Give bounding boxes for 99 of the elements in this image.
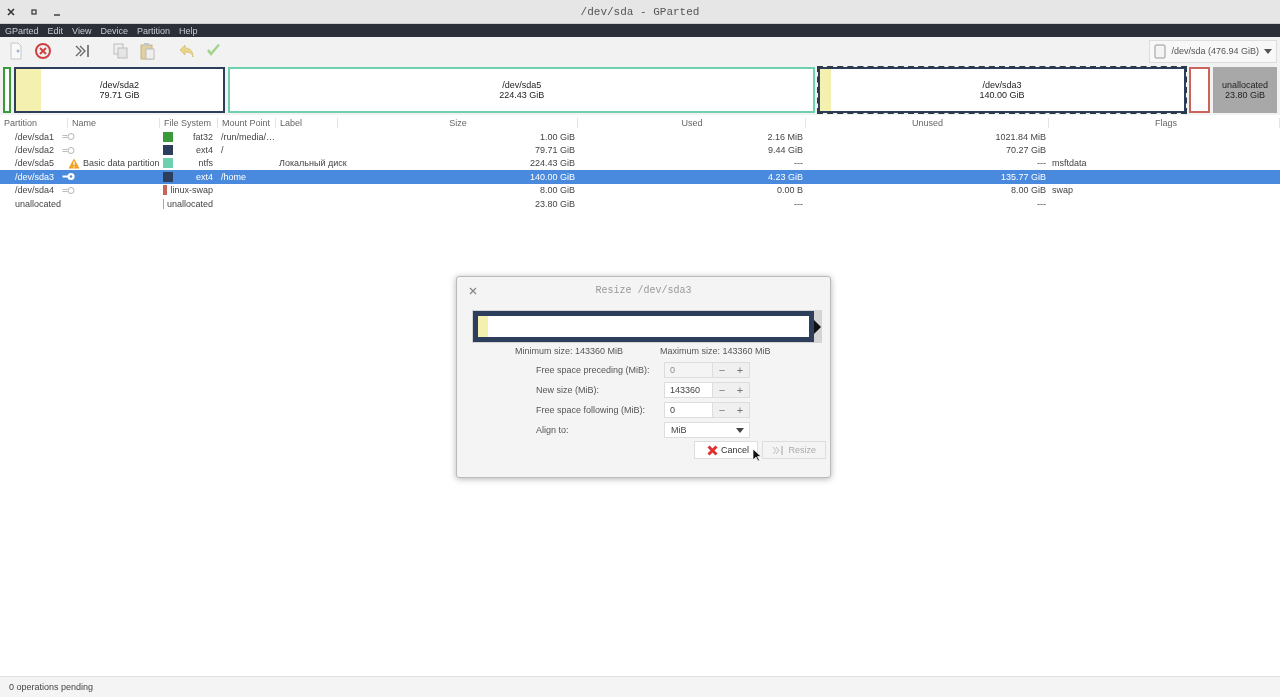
- cancel-x-icon: [707, 444, 718, 456]
- table-row[interactable]: /dev/sda1 fat32 /run/media/… 1.00 GiB 2.16 MiB 1021.84 MiB: [0, 130, 1280, 144]
- table-cell: 2.16 MiB: [767, 131, 803, 142]
- column-header[interactable]: Name: [68, 117, 160, 128]
- column-header[interactable]: Size: [338, 117, 578, 128]
- table-row[interactable]: /dev/sda3 ext4 /home 140.00 GiB 4.23 GiB 135.77 GiB: [0, 170, 1280, 184]
- segment-name: /dev/sda3: [981, 80, 1023, 90]
- table-cell: /: [221, 145, 224, 156]
- table-cell: 8.00 GiB: [1010, 185, 1046, 196]
- table-cell: Basic data partition: [83, 158, 160, 169]
- table-cell: 140.00 GiB: [529, 171, 575, 182]
- menu-item[interactable]: View: [72, 25, 92, 36]
- field-label: New size (MiB):: [536, 385, 600, 395]
- partition-segment[interactable]: [3, 67, 11, 113]
- minimum-size-text: Minimum size: 143360 MiB: [515, 346, 624, 356]
- segment-size: 140.00 GiB: [978, 90, 1026, 100]
- table-cell: ---: [794, 158, 803, 169]
- menu-item[interactable]: Edit: [47, 25, 64, 36]
- caret-icon: [1264, 48, 1272, 54]
- table-cell: ext4: [196, 171, 213, 182]
- table-cell: 23.80 GiB: [534, 198, 575, 209]
- table-cell: ---: [1037, 198, 1046, 209]
- menu-item[interactable]: Device: [100, 25, 128, 36]
- partition-segment[interactable]: /dev/sda3 140.00 GiB: [818, 67, 1186, 113]
- segment-name: /dev/sda2: [99, 80, 141, 90]
- number-field[interactable]: 143360: [665, 383, 713, 397]
- dialog-title: Resize /dev/sda3: [595, 284, 692, 296]
- table-cell: unallocated: [166, 198, 213, 209]
- field-label: Free space following (MiB):: [536, 405, 647, 415]
- table-cell: /dev/sda4: [15, 185, 55, 196]
- table-cell: 0.00 B: [776, 185, 803, 196]
- menu-item[interactable]: Help: [178, 25, 198, 36]
- resize-move-icon: [771, 444, 784, 456]
- table-cell: 224.43 GiB: [529, 158, 575, 169]
- column-header[interactable]: File System: [160, 117, 218, 128]
- segment-name: /dev/sda5: [501, 80, 543, 90]
- table-cell: 79.71 GiB: [534, 145, 575, 156]
- field-label: Free space preceding (MiB):: [536, 365, 651, 375]
- close-icon[interactable]: [6, 6, 16, 17]
- table-row[interactable]: unallocated unallocated 23.80 GiB --- ---: [0, 196, 1280, 211]
- window-title: /dev/sda - GParted: [580, 5, 700, 18]
- field-label: Align to:: [536, 425, 570, 435]
- unallocated-segment[interactable]: unallocated 23.80 GiB: [1213, 67, 1277, 113]
- number-field[interactable]: 0: [665, 403, 713, 417]
- table-cell: 70.27 GiB: [1005, 145, 1046, 156]
- table-cell: 135.77 GiB: [1000, 171, 1046, 182]
- caret-icon: [736, 427, 744, 433]
- table-cell: ext4: [196, 145, 213, 156]
- table-cell: /dev/sda2: [15, 145, 55, 156]
- column-header[interactable]: Flags: [1049, 117, 1280, 128]
- table-cell: 1021.84 MiB: [995, 131, 1046, 142]
- column-header[interactable]: Mount Point: [218, 117, 276, 128]
- segment-size: 224.43 GiB: [498, 90, 546, 100]
- partition-segment[interactable]: /dev/sda5 224.43 GiB: [228, 67, 816, 113]
- table-cell: 1.00 GiB: [539, 131, 575, 142]
- column-header[interactable]: Unused: [806, 117, 1049, 128]
- partition-segment[interactable]: [1189, 67, 1210, 113]
- table-row[interactable]: /dev/sda5 Basic data partition ntfs Локальный диск 224.43 GiB --- --- msftdata: [0, 156, 1280, 171]
- partition-segment[interactable]: /dev/sda2 79.71 GiB: [14, 67, 226, 113]
- column-header[interactable]: Used: [578, 117, 806, 128]
- table-cell: ---: [1037, 158, 1046, 169]
- segment-size: 23.80 GiB: [1224, 90, 1266, 100]
- table-cell: msftdata: [1052, 158, 1087, 169]
- maximum-size-text: Maximum size: 143360 MiB: [660, 346, 771, 356]
- table-cell: 9.44 GiB: [767, 145, 803, 156]
- align-dropdown[interactable]: MiB: [664, 422, 750, 438]
- increment-button[interactable]: +: [731, 403, 749, 417]
- maximize-icon[interactable]: [29, 6, 39, 17]
- table-cell: /run/media/…: [221, 131, 276, 142]
- segment-name: unallocated: [1220, 80, 1269, 90]
- table-cell: ---: [794, 198, 803, 209]
- menu-item[interactable]: Partition: [136, 25, 170, 36]
- table-cell: swap: [1052, 185, 1073, 196]
- status-text: 0 operations pending: [9, 682, 94, 692]
- segment-size: 79.71 GiB: [98, 90, 141, 100]
- decrement-button[interactable]: −: [713, 403, 731, 417]
- column-header[interactable]: Label: [276, 117, 338, 128]
- decrement-button[interactable]: −: [713, 383, 731, 397]
- table-cell: 8.00 GiB: [539, 185, 575, 196]
- table-cell: linux-swap: [170, 185, 213, 196]
- menu-item[interactable]: GParted: [5, 25, 39, 36]
- table-cell: /home: [221, 171, 246, 182]
- table-cell: Локальный диск: [279, 158, 347, 169]
- increment-button[interactable]: +: [731, 383, 749, 397]
- table-row[interactable]: /dev/sda4 linux-swap 8.00 GiB 0.00 B 8.00 GiB swap: [0, 183, 1280, 197]
- table-cell: /dev/sda3: [15, 171, 55, 182]
- table-cell: ntfs: [198, 158, 213, 169]
- table-row[interactable]: /dev/sda2 ext4 / 79.71 GiB 9.44 GiB 70.27 GiB: [0, 143, 1280, 157]
- cancel-button[interactable]: Cancel: [694, 441, 758, 459]
- column-header[interactable]: Partition: [0, 117, 68, 128]
- mouse-pointer-icon: [752, 448, 761, 462]
- resize-move-icon[interactable]: [74, 42, 90, 60]
- table-cell: /dev/sda5: [15, 158, 55, 169]
- table-cell: unallocated: [15, 198, 62, 209]
- delete-icon[interactable]: [34, 42, 52, 60]
- table-cell: fat32: [192, 131, 213, 142]
- table-cell: 4.23 GiB: [767, 171, 803, 182]
- device-selector[interactable]: /dev/sda (476.94 GiB): [1149, 39, 1277, 63]
- table-cell: /dev/sda1: [15, 131, 55, 142]
